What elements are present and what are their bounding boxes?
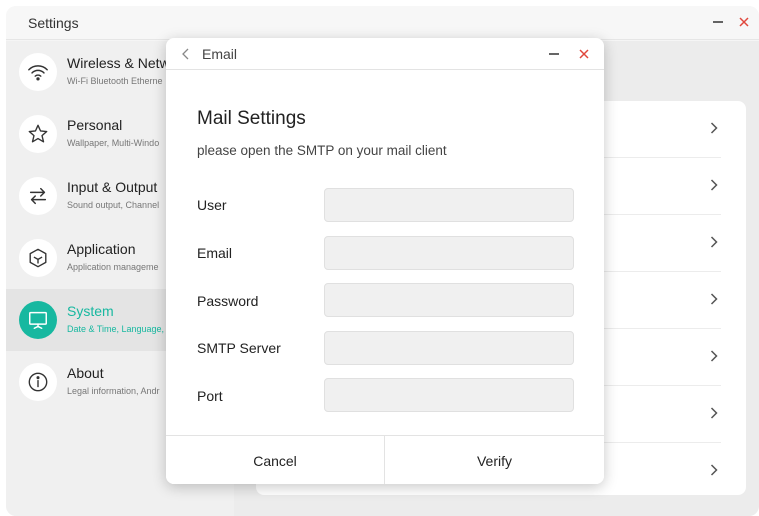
dialog-footer: Cancel Verify [166, 435, 604, 484]
password-input[interactable] [324, 283, 574, 317]
cube-icon [19, 239, 57, 277]
sidebar-item-title: Input & Output [67, 179, 158, 195]
smtp-server-label: SMTP Server [197, 340, 281, 356]
swap-arrows-icon [19, 177, 57, 215]
port-input[interactable] [324, 378, 574, 412]
verify-button[interactable]: Verify [385, 436, 604, 484]
smtp-server-input[interactable] [324, 331, 574, 365]
mail-settings-heading: Mail Settings [197, 108, 306, 129]
sidebar-item-subtitle: Wallpaper, Multi-Windo [67, 138, 160, 148]
back-chevron-icon[interactable] [180, 47, 192, 61]
email-input[interactable] [324, 236, 574, 270]
sidebar-item-subtitle: Date & Time, Language, [67, 324, 165, 334]
dialog-title: Email [202, 46, 238, 62]
user-label: User [197, 197, 227, 213]
sidebar-item-subtitle: Application manageme [67, 262, 159, 272]
star-icon [19, 115, 57, 153]
dialog-minimize-icon[interactable] [546, 46, 562, 62]
smtp-hint-text: please open the SMTP on your mail client [197, 143, 447, 158]
user-input[interactable] [324, 188, 574, 222]
dialog-close-icon[interactable] [576, 46, 592, 62]
cancel-button[interactable]: Cancel [166, 436, 385, 484]
info-icon [19, 363, 57, 401]
sidebar-item-subtitle: Wi-Fi Bluetooth Etherne [67, 76, 163, 86]
chevron-right-icon [710, 407, 718, 419]
sidebar-item-title: Wireless & Netw [67, 55, 170, 71]
port-label: Port [197, 388, 223, 404]
password-label: Password [197, 293, 259, 309]
monitor-icon [19, 301, 57, 339]
chevron-right-icon [710, 179, 718, 191]
email-label: Email [197, 245, 233, 261]
chevron-right-icon [710, 122, 718, 134]
email-dialog: Email Mail Settings please open the SMTP… [166, 38, 604, 484]
window-close-icon[interactable] [736, 14, 752, 30]
window-title: Settings [28, 15, 79, 31]
sidebar-item-title: Personal [67, 117, 123, 133]
sidebar-item-subtitle: Legal information, Andr [67, 386, 160, 396]
window-minimize-icon[interactable] [710, 14, 726, 30]
chevron-right-icon [710, 293, 718, 305]
chevron-right-icon [710, 464, 718, 476]
chevron-right-icon [710, 350, 718, 362]
dialog-header: Email [166, 38, 604, 70]
sidebar-item-subtitle: Sound output, Channel [67, 200, 160, 210]
window-titlebar: Settings [6, 6, 759, 40]
wifi-icon [19, 53, 57, 91]
sidebar-item-title: Application [67, 241, 136, 257]
sidebar-item-title: About [67, 365, 104, 381]
chevron-right-icon [710, 236, 718, 248]
sidebar-item-title: System [67, 303, 114, 319]
